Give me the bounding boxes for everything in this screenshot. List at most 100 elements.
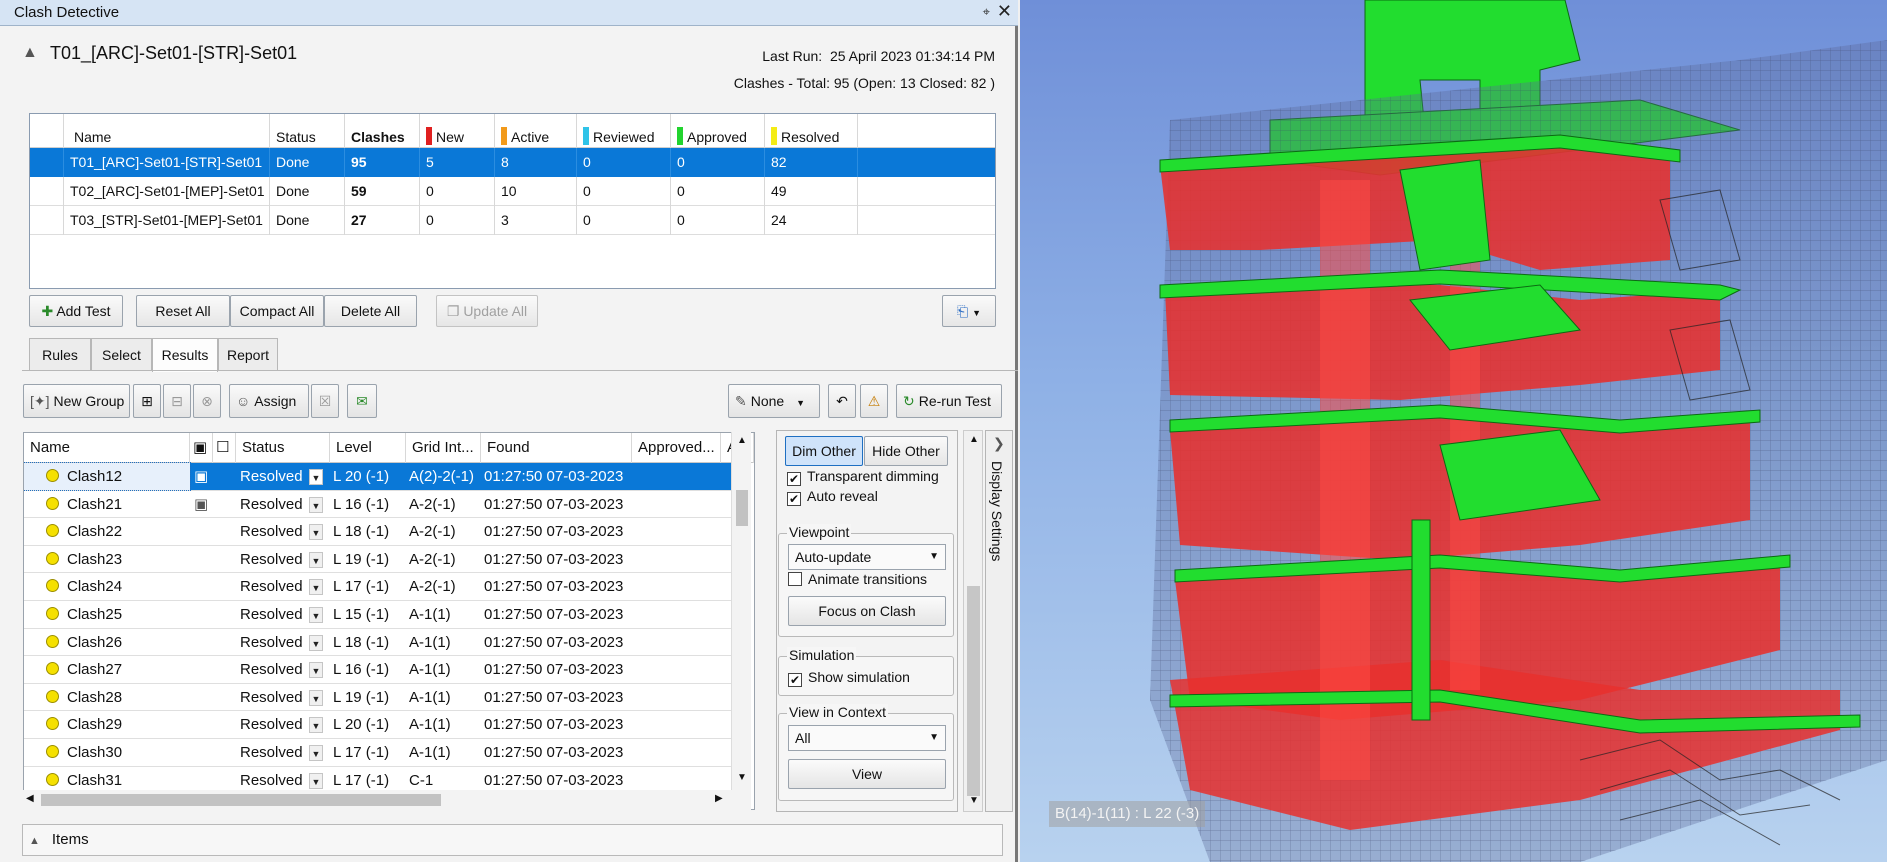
test-row[interactable]: T02_[ARC]-Set01-[MEP]-Set01 Done 59 0 10… [30, 177, 995, 206]
clash-row[interactable]: Clash23 Resolved ▼ L 19 (-1) A-2(-1) 01:27:50… [24, 546, 734, 574]
view-button[interactable]: View [788, 759, 946, 789]
clash-name-cell[interactable]: Clash23 [24, 546, 190, 573]
tab-select[interactable]: Select [91, 338, 152, 371]
clash-name-cell[interactable]: Clash12 [24, 462, 191, 491]
chevron-down-icon[interactable]: ▼ [309, 496, 323, 513]
clash-row[interactable]: Clash21 ▣ Resolved ▼ L 16 (-1) A-2(-1) 01:27:5… [24, 491, 734, 519]
col-approved[interactable]: Approved... [632, 433, 721, 463]
col-reviewed[interactable]: Reviewed [577, 114, 671, 148]
clash-name-cell[interactable]: Clash26 [24, 629, 190, 656]
scroll-thumb[interactable] [967, 586, 980, 796]
warning-icon[interactable]: ⚠ [860, 384, 888, 418]
delete-all-button[interactable]: Delete All [324, 295, 417, 327]
scroll-left-icon[interactable]: ◀ [26, 793, 34, 804]
view-in-context-select[interactable]: All ▼ [788, 725, 946, 751]
auto-reveal-checkbox[interactable]: ✔ Auto reveal [787, 488, 878, 506]
chevron-down-icon[interactable]: ▼ [309, 717, 323, 734]
clash-name-cell[interactable]: Clash24 [24, 573, 190, 600]
chevron-down-icon[interactable]: ▼ [309, 772, 323, 789]
clash-status[interactable]: Resolved [240, 739, 310, 766]
clash-row[interactable]: Clash26 Resolved ▼ L 18 (-1) A-1(1) 01:27:50 … [24, 629, 734, 657]
scroll-up-icon[interactable]: ▲ [969, 434, 979, 445]
close-icon[interactable]: ✕ [997, 1, 1012, 22]
clash-name-cell[interactable]: Clash29 [24, 711, 190, 738]
chevron-down-icon[interactable]: ▼ [309, 551, 323, 568]
clash-status[interactable]: Resolved [240, 711, 310, 738]
clash-status[interactable]: Resolved [240, 684, 310, 711]
chevron-down-icon[interactable]: ▼ [309, 689, 323, 706]
clash-status[interactable]: Resolved [240, 601, 310, 628]
clash-row[interactable]: Clash28 Resolved ▼ L 19 (-1) A-1(1) 01:27:50 … [24, 684, 734, 712]
add-comment-icon[interactable]: ✉ [347, 384, 377, 418]
col-status[interactable]: Status [270, 114, 345, 148]
col-new[interactable]: New [420, 114, 495, 148]
tab-results[interactable]: Results [152, 338, 218, 372]
results-vertical-scrollbar[interactable]: ▲ ▼ [731, 432, 751, 810]
scroll-right-icon[interactable]: ▶ [715, 793, 723, 804]
chevron-down-icon[interactable]: ▼ [309, 469, 323, 485]
clash-name-cell[interactable]: Clash21 [24, 491, 190, 518]
pin-icon[interactable]: ⌖ [983, 4, 990, 20]
chevron-down-icon[interactable]: ▼ [309, 607, 323, 623]
display-settings-tab[interactable]: ❯ Display Settings [985, 430, 1013, 812]
animate-transitions-checkbox[interactable]: Animate transitions [788, 571, 927, 587]
scroll-up-icon[interactable]: ▲ [737, 435, 747, 446]
chevron-down-icon[interactable]: ▼ [309, 745, 323, 761]
test-row[interactable]: T01_[ARC]-Set01-[STR]-Set01 Done 95 5 8 … [30, 148, 995, 177]
clash-status[interactable]: Resolved [240, 656, 310, 683]
focus-on-clash-button[interactable]: Focus on Clash [788, 596, 946, 626]
comment-col-icon[interactable]: ☐ [213, 433, 236, 463]
clash-status[interactable]: Resolved [240, 491, 310, 518]
dim-other-button[interactable]: Dim Other [785, 436, 863, 466]
tab-rules[interactable]: Rules [29, 338, 91, 371]
tab-report[interactable]: Report [218, 338, 278, 371]
col-clashes[interactable]: Clashes [345, 114, 420, 148]
col-resolved[interactable]: Resolved [765, 114, 858, 148]
clash-name-cell[interactable]: Clash25 [24, 601, 190, 628]
clash-name-cell[interactable]: Clash27 [24, 656, 190, 683]
clash-row[interactable]: Clash12 ▣ Resolved ▼ L 20 (-1) A(2)-2(-1) 01:2… [24, 462, 734, 491]
export-dropdown-button[interactable]: ⎗ ▼ [942, 295, 996, 327]
clash-name-cell[interactable]: Clash28 [24, 684, 190, 711]
display-settings-scrollbar[interactable]: ▲ ▼ [963, 430, 983, 812]
compact-all-button[interactable]: Compact All [230, 295, 324, 327]
clash-row[interactable]: Clash27 Resolved ▼ L 16 (-1) A-1(1) 01:27:50 … [24, 656, 734, 684]
scroll-thumb[interactable] [736, 490, 748, 526]
col-active[interactable]: Active [495, 114, 577, 148]
highlight-none-dropdown[interactable]: ✎ None ▼ [728, 384, 820, 418]
clash-row[interactable]: Clash30 Resolved ▼ L 17 (-1) A-1(1) 01:27:50 … [24, 739, 734, 767]
clash-status[interactable]: Resolved [240, 546, 310, 573]
scroll-thumb[interactable] [41, 794, 441, 806]
col-name[interactable]: Name [24, 433, 190, 463]
col-name[interactable]: Name [64, 114, 270, 148]
unassign-icon[interactable]: ☒ [311, 384, 339, 418]
col-approved[interactable]: Approved [671, 114, 765, 148]
clash-status[interactable]: Resolved [240, 629, 310, 656]
hide-other-button[interactable]: Hide Other [864, 436, 948, 466]
clash-name-cell[interactable]: Clash30 [24, 739, 190, 766]
scroll-down-icon[interactable]: ▼ [969, 795, 979, 806]
col-level[interactable]: Level [330, 433, 406, 463]
col-found[interactable]: Found [481, 433, 632, 463]
rerun-test-button[interactable]: ↻ Re-run Test [896, 384, 1002, 418]
remove-from-group-icon[interactable]: ⊗ [193, 384, 221, 418]
model-viewport[interactable]: B(14)-1(11) : L 22 (-3) [1020, 0, 1887, 862]
assign-button[interactable]: ☺ Assign [229, 384, 309, 418]
clash-status[interactable]: Resolved [240, 463, 310, 490]
clash-status[interactable]: Resolved [240, 518, 310, 545]
clash-status[interactable]: Resolved [240, 573, 310, 600]
clash-name-cell[interactable]: Clash22 [24, 518, 190, 545]
explode-group-icon[interactable]: ⊟ [163, 384, 191, 418]
add-test-button[interactable]: ✚ Add Test [29, 295, 123, 327]
reset-view-icon[interactable]: ↶ [828, 384, 856, 418]
transparent-dimming-checkbox[interactable]: ✔ Transparent dimming [787, 468, 939, 486]
chevron-down-icon[interactable]: ▼ [309, 662, 323, 679]
col-status[interactable]: Status [236, 433, 330, 463]
update-all-button[interactable]: ❐ Update All [436, 295, 538, 327]
chevron-down-icon[interactable]: ▼ [309, 579, 323, 596]
items-panel[interactable]: ▲ Items [22, 824, 1003, 856]
group-clashes-icon[interactable]: ⊞ [133, 384, 161, 418]
camera-col-icon[interactable]: ▣ [190, 433, 213, 463]
chevron-down-icon[interactable]: ▼ [309, 634, 323, 651]
chevron-down-icon[interactable]: ▼ [309, 524, 323, 541]
